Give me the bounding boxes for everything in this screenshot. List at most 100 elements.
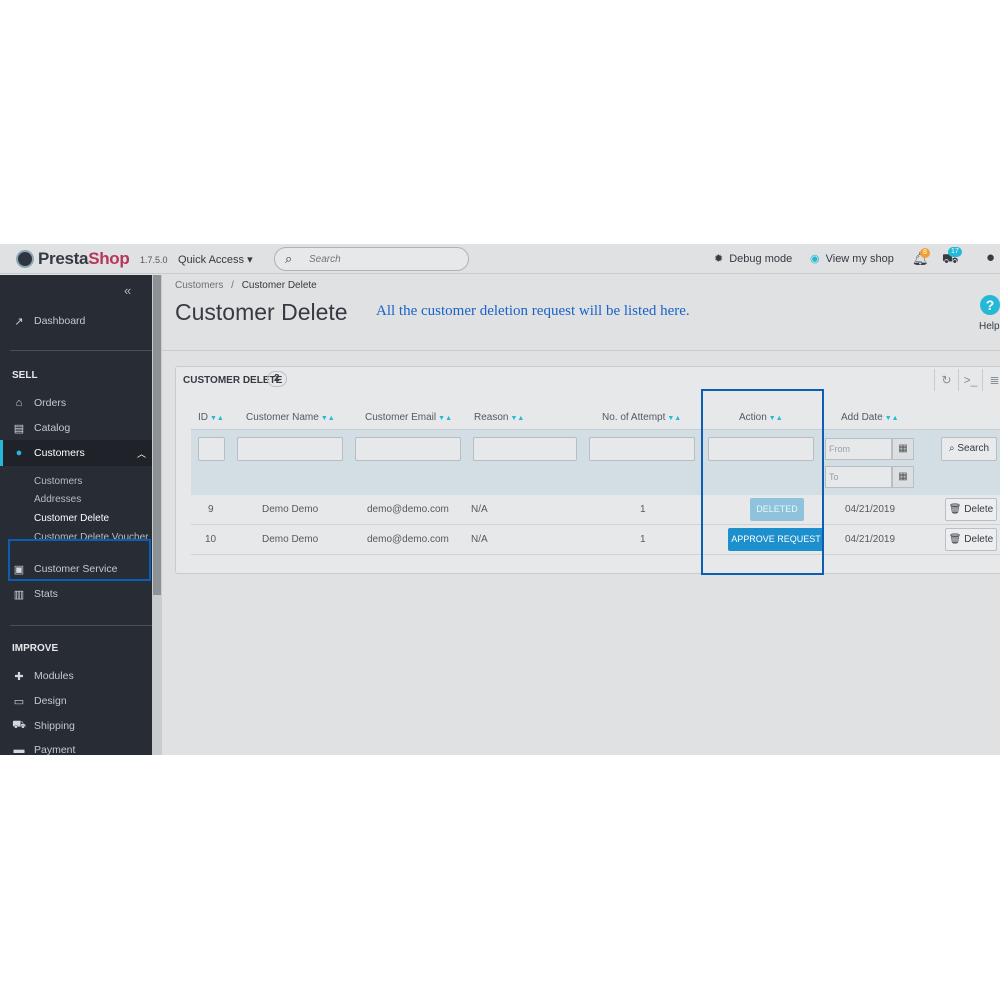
breadcrumb-current: Customer Delete: [241, 280, 317, 291]
breadcrumb-parent[interactable]: Customers: [175, 280, 223, 291]
scrollbar-thumb[interactable]: [153, 275, 161, 595]
delete-button[interactable]: 🗑︎ Delete: [945, 498, 997, 521]
search-icon: ⌕: [285, 251, 293, 266]
column-attempt[interactable]: No. of Attempt ▼▲: [602, 412, 681, 423]
bar-chart-icon: ▥: [13, 588, 25, 601]
column-label: Customer Name: [246, 412, 319, 423]
sidebar-item-label: Customers: [34, 447, 85, 459]
help-icon[interactable]: ?: [980, 295, 1000, 315]
column-customer-name[interactable]: Customer Name ▼▲: [246, 412, 335, 423]
cell-date: 04/21/2019: [845, 504, 896, 515]
sort-icon[interactable]: ▼▲: [321, 415, 335, 422]
column-label: Reason: [474, 412, 509, 423]
sidebar-item-modules[interactable]: ✚ Modules: [0, 664, 152, 688]
cell-date: 04/21/2019: [845, 534, 896, 545]
sidebar-item-label: Catalog: [34, 422, 71, 434]
puzzle-icon: ✚: [14, 670, 24, 683]
help-label[interactable]: Help: [979, 321, 1000, 332]
quick-access-label: Quick Access: [178, 254, 245, 266]
sidebar-divider: [10, 625, 152, 626]
filter-attempt-input[interactable]: [589, 437, 695, 461]
filter-date-from[interactable]: From: [825, 438, 892, 460]
search-input[interactable]: [309, 252, 459, 267]
filter-email-input[interactable]: [355, 437, 461, 461]
monitor-icon: ▭: [13, 695, 25, 708]
sidebar-item-label: Stats: [34, 588, 58, 600]
user-avatar-icon[interactable]: ●: [986, 249, 995, 266]
basket-icon: ⌂: [15, 397, 23, 409]
sort-icon[interactable]: ▼▲: [438, 415, 452, 422]
sidebar-item-label: Shipping: [34, 720, 75, 732]
filter-row: From ▦ To ▦ ⌕ Search: [191, 429, 1000, 495]
table-header: ID ▼▲ Customer Name ▼▲ Customer Email ▼▲ Re…: [191, 409, 986, 429]
cell-email: demo@demo.com: [367, 534, 449, 545]
sidebar-item-customers[interactable]: ● Customers ︿: [0, 440, 152, 466]
sort-icon[interactable]: ▼▲: [885, 415, 899, 422]
truck-icon: ⛟: [12, 719, 26, 731]
sql-query-icon[interactable]: >_: [958, 369, 982, 391]
eye-icon: ◉: [810, 253, 820, 265]
prestashop-logo-icon[interactable]: [16, 250, 34, 268]
column-label: ID: [198, 412, 208, 423]
calendar-icon[interactable]: ▦: [892, 438, 914, 460]
sidebar-scrollbar[interactable]: [152, 275, 162, 755]
debug-mode-label: Debug mode: [729, 253, 793, 265]
highlight-box-action-column: [701, 389, 824, 575]
search-box[interactable]: ⌕: [274, 247, 469, 271]
database-icon[interactable]: ≣: [982, 369, 1000, 391]
sort-icon[interactable]: ▼▲: [510, 415, 524, 422]
table-row: 10 Demo Demo demo@demo.com N/A 1 APPROVE…: [191, 525, 1000, 555]
customer-delete-panel: CUSTOMER DELETE 2 ↻ >_ ≣ ID ▼▲ Customer N…: [175, 366, 1000, 574]
annotation-note: All the customer deletion request will b…: [376, 303, 690, 319]
sidebar-subitem-customer-delete[interactable]: Customer Delete: [34, 513, 109, 524]
filter-date-to[interactable]: To: [825, 466, 892, 488]
cart-badge: 17: [948, 247, 962, 257]
sidebar-item-stats[interactable]: ▥ Stats: [0, 582, 152, 606]
breadcrumb-separator: /: [231, 280, 234, 291]
refresh-icon[interactable]: ↻: [934, 369, 958, 391]
sidebar-item-dashboard[interactable]: ↗ Dashboard: [0, 309, 152, 333]
view-shop-link[interactable]: ◉ View my shop: [810, 252, 894, 265]
user-circle-icon: ●: [15, 447, 23, 459]
sidebar-item-label: Orders: [34, 397, 67, 409]
sidebar-item-label: Payment: [34, 744, 76, 755]
filter-name-input[interactable]: [237, 437, 343, 461]
debug-mode-link[interactable]: ✹ Debug mode: [714, 252, 792, 265]
column-label: Add Date: [841, 412, 883, 423]
sidebar-item-payment[interactable]: ▬ Payment: [0, 738, 152, 755]
highlight-box-sidebar: [8, 539, 151, 581]
search-button[interactable]: ⌕ Search: [941, 437, 997, 461]
caret-down-icon: ▾: [247, 254, 253, 266]
filter-id-input[interactable]: [198, 437, 225, 461]
page-title: Customer Delete: [175, 299, 348, 325]
column-customer-email[interactable]: Customer Email ▼▲: [365, 412, 452, 423]
column-id[interactable]: ID ▼▲: [198, 412, 224, 423]
sidebar-item-orders[interactable]: ⌂ Orders: [0, 391, 152, 415]
sidebar-subitem-customers[interactable]: Customers: [34, 476, 82, 487]
column-reason[interactable]: Reason ▼▲: [474, 412, 524, 423]
sidebar-item-catalog[interactable]: ▤ Catalog: [0, 416, 152, 440]
quick-access-dropdown[interactable]: Quick Access ▾: [178, 253, 253, 266]
version-label: 1.7.5.0: [140, 255, 168, 265]
sort-icon[interactable]: ▼▲: [210, 415, 224, 422]
sort-icon[interactable]: ▼▲: [667, 415, 681, 422]
collapse-sidebar-icon[interactable]: «: [124, 283, 131, 298]
search-button-label: Search: [957, 443, 990, 454]
filter-reason-input[interactable]: [473, 437, 577, 461]
calendar-icon[interactable]: ▦: [892, 466, 914, 488]
table-row: 9 Demo Demo demo@demo.com N/A 1 DELETED …: [191, 495, 1000, 525]
delete-button[interactable]: 🗑︎ Delete: [945, 528, 997, 551]
record-count-badge: 2: [267, 371, 287, 387]
sidebar-heading-improve: IMPROVE: [12, 643, 59, 654]
sidebar-item-shipping[interactable]: ⛟ Shipping: [0, 714, 152, 738]
view-shop-label: View my shop: [825, 253, 894, 265]
trash-icon: 🗑︎: [948, 534, 962, 545]
cell-name: Demo Demo: [262, 504, 319, 515]
sidebar: « ↗ Dashboard SELL ⌂ Orders ▤ Catalog ● Cust…: [0, 275, 152, 755]
logo-text[interactable]: PrestaShop: [38, 249, 130, 269]
sidebar-item-design[interactable]: ▭ Design: [0, 689, 152, 713]
cell-id: 9: [208, 504, 214, 515]
notification-badge: 8: [920, 248, 930, 258]
sidebar-subitem-addresses[interactable]: Addresses: [34, 494, 81, 505]
column-add-date[interactable]: Add Date ▼▲: [841, 412, 899, 423]
